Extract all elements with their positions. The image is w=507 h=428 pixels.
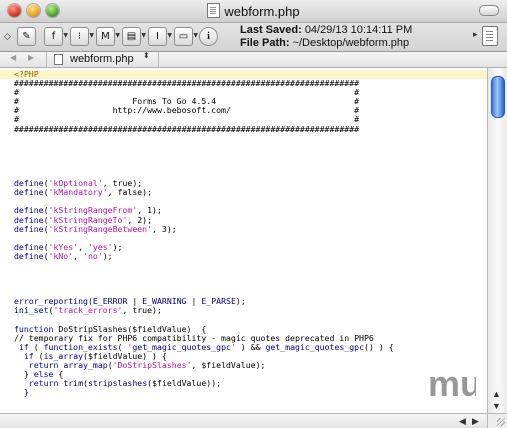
page-icon (482, 26, 498, 46)
info-button[interactable]: i (199, 27, 218, 46)
info-icon: i (207, 31, 210, 42)
window-title-group: webform.php (0, 3, 507, 19)
pencil-icon: ✎ (22, 31, 31, 42)
code-line[interactable]: } (14, 388, 487, 397)
back-arrow-icon[interactable]: ◀ (10, 53, 16, 62)
scroll-left-arrow-icon[interactable]: ◀ (459, 416, 466, 427)
code-line[interactable]: ini_set('track_errors', true); (14, 306, 487, 315)
document-menu-button[interactable]: ▤ ▼ (122, 27, 146, 46)
code-line[interactable]: ​ (14, 261, 487, 270)
code-line[interactable]: ​ (14, 143, 487, 152)
macupdate-watermark-logo: mu (428, 363, 476, 402)
code-line[interactable]: ########################################… (14, 124, 487, 134)
title-bar[interactable]: webform.php (0, 0, 507, 23)
forward-arrow-icon[interactable]: ▶ (28, 53, 34, 62)
function-menu-button[interactable]: f ▼ (44, 27, 68, 46)
editor-window: webform.php ◇ ✎ f ▼ ⁝ ▼ M ▼ ▤ ▼ I ▼ ▭ ▼ i Last… (0, 0, 507, 428)
document-drawer-button[interactable]: ▸ (473, 26, 499, 46)
code-line[interactable]: ​ (14, 279, 487, 288)
chevron-left-icon: ▸ (473, 29, 478, 39)
pencil-edit-button[interactable]: ✎ (17, 27, 36, 46)
save-info: Last Saved: 04/29/13 10:14:11 PM File Pa… (240, 24, 412, 50)
code-editor[interactable]: <?PHP ###################################… (0, 68, 487, 413)
scroll-right-arrow-icon[interactable]: ▶ (472, 416, 479, 427)
file-popup-label[interactable]: webform.php (70, 53, 134, 65)
php-document-icon[interactable] (207, 3, 221, 18)
chevron-down-icon: ▼ (141, 32, 146, 39)
scroll-down-arrow-icon[interactable]: ▼ (492, 401, 501, 411)
code-line[interactable]: define('kNo', 'no'); (14, 251, 487, 261)
macro-menu-button[interactable]: M ▼ (96, 27, 120, 46)
watermark-text: mu (428, 363, 476, 402)
text-cursor-icon: I (156, 31, 159, 42)
vertical-scroll-thumb[interactable] (491, 76, 505, 118)
code-line[interactable]: define('kMandatory', false); (14, 188, 487, 197)
code-line[interactable]: ​ (14, 270, 487, 279)
last-saved-label: Last Saved: (240, 24, 302, 36)
resize-grip[interactable] (487, 413, 507, 428)
chevron-down-icon: ▼ (115, 32, 120, 39)
code-line[interactable]: ​ (14, 152, 487, 161)
window-menu-button[interactable]: ▭ ▼ (174, 27, 198, 46)
vertical-scrollbar[interactable]: ▲ ▼ (487, 68, 507, 413)
navigation-bar: ◀ ▶ webform.php ⬍ (0, 52, 507, 68)
file-path-label: File Path: (240, 37, 290, 49)
nav-divider (46, 52, 47, 67)
window-icon: ▭ (178, 31, 189, 42)
code-line[interactable]: return array_map('DoStripSlashes', $fiel… (14, 360, 487, 370)
code-line[interactable]: ​ (14, 134, 487, 143)
toolbar: ◇ ✎ f ▼ ⁝ ▼ M ▼ ▤ ▼ I ▼ ▭ ▼ i Last Saved: 04/2… (0, 23, 507, 52)
scroll-up-arrow-icon[interactable]: ▲ (492, 389, 501, 399)
toolbar-diamond-icon[interactable]: ◇ (4, 31, 11, 42)
file-icon (54, 54, 63, 65)
file-path-value: ~/Desktop/webform.php (292, 37, 410, 49)
document-icon: ▤ (126, 31, 137, 42)
code-line[interactable]: define('kStringRangeBetween', 3); (14, 224, 487, 234)
window-title: webform.php (224, 4, 300, 19)
horizontal-scrollbar[interactable]: ◀ ▶ (0, 413, 487, 428)
macro-icon: M (101, 31, 110, 42)
markers-icon: ⁝ (77, 31, 82, 42)
code-line[interactable]: ​ (14, 161, 487, 170)
last-saved-value: 04/29/13 10:14:11 PM (304, 24, 413, 36)
code-line[interactable]: return trim(stripslashes($fieldValue)); (14, 379, 487, 388)
toolbar-toggle-button[interactable] (479, 5, 499, 16)
updown-chevron-icon[interactable]: ⬍ (143, 52, 150, 60)
text-menu-button[interactable]: I ▼ (148, 27, 172, 46)
function-icon: f (51, 31, 56, 42)
chevron-down-icon: ▼ (193, 32, 198, 39)
nav-divider (158, 52, 159, 67)
chevron-down-icon: ▼ (63, 32, 68, 39)
chevron-down-icon: ▼ (89, 32, 94, 39)
markers-menu-button[interactable]: ⁝ ▼ (70, 27, 94, 46)
code-text[interactable]: <?PHP ###################################… (0, 69, 487, 397)
chevron-down-icon: ▼ (167, 32, 172, 39)
